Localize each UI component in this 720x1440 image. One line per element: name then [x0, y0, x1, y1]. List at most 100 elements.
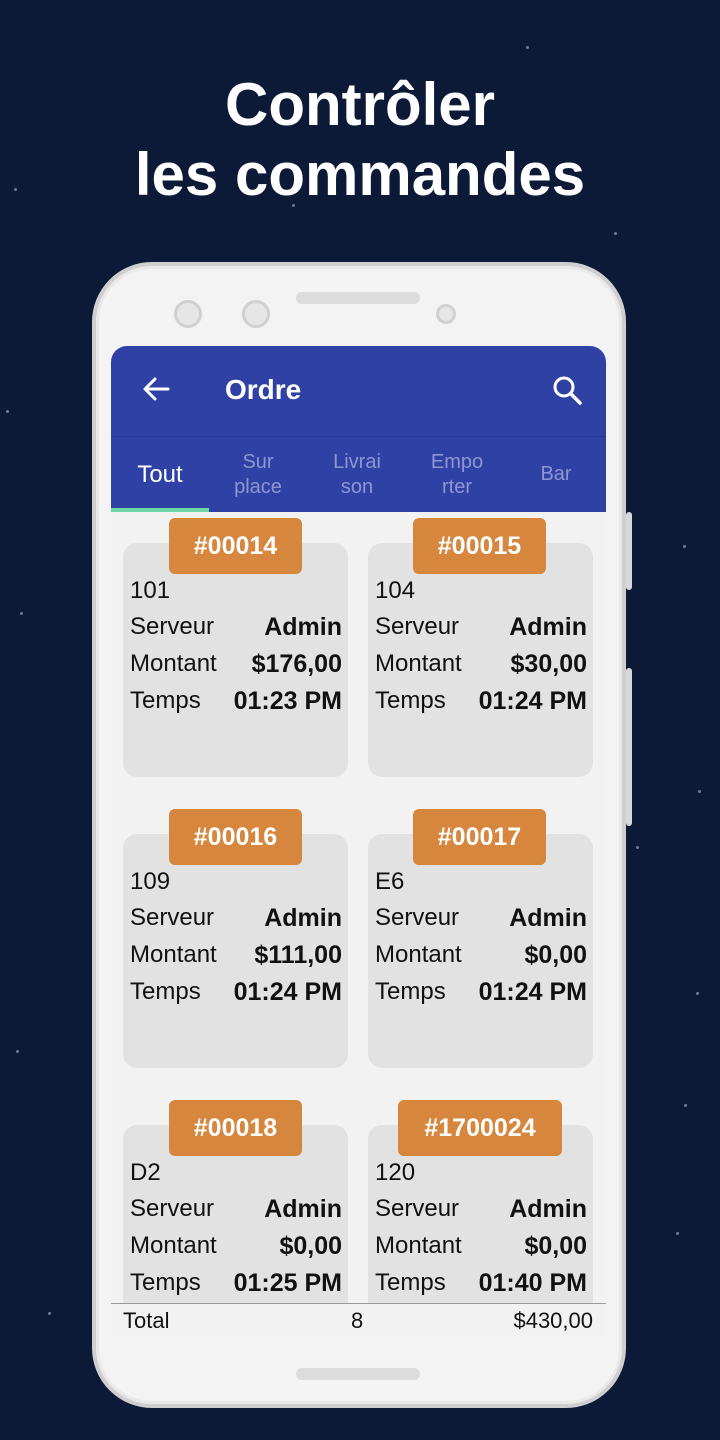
amount-value: $176,00 — [251, 650, 342, 678]
order-time-row: Temps 01:24 PM — [375, 687, 587, 717]
order-number-badge: #00014 — [169, 518, 302, 574]
order-server-row: Serveur Admin — [130, 1195, 342, 1225]
server-label: Serveur — [375, 613, 460, 640]
phone-sensor — [242, 300, 270, 328]
time-value: 01:25 PM — [233, 1269, 342, 1297]
order-time-row: Temps 01:24 PM — [130, 978, 342, 1008]
server-value: Admin — [509, 1195, 587, 1223]
tab-label: Empo rter — [430, 450, 484, 498]
order-amount-row: Montant $111,00 — [130, 941, 342, 971]
tab-bar[interactable]: Bar — [507, 437, 605, 512]
app-bar: Ordre — [111, 346, 606, 436]
tab-label: Sur place — [234, 450, 282, 498]
server-value: Admin — [264, 904, 342, 932]
order-amount-row: Montant $30,00 — [375, 650, 587, 680]
order-table: 104 — [375, 577, 416, 604]
phone-side-button — [626, 668, 632, 826]
order-time-row: Temps 01:25 PM — [130, 1269, 342, 1299]
headline-line-1: Contrôler — [225, 71, 495, 138]
order-number-badge: #00018 — [169, 1100, 302, 1156]
server-value: Admin — [509, 613, 587, 641]
order-table: D2 — [130, 1159, 161, 1186]
order-server-row: Serveur Admin — [130, 613, 342, 643]
order-time-row: Temps 01:24 PM — [375, 978, 587, 1008]
time-label: Temps — [130, 687, 201, 714]
total-amount: $430,00 — [513, 1308, 593, 1333]
phone-side-button — [626, 512, 632, 590]
tab-sur-place[interactable]: Sur place — [209, 437, 307, 512]
order-table: 109 — [130, 868, 171, 895]
order-card[interactable]: 101 Serveur Admin Montant $176,00 Temps 01:… — [123, 543, 348, 777]
phone-speaker — [296, 292, 420, 304]
order-server-row: Serveur Admin — [375, 904, 587, 934]
tab-livraison[interactable]: Livrai son — [308, 437, 406, 512]
time-value: 01:24 PM — [478, 978, 587, 1006]
tab-label: Livrai son — [333, 450, 381, 498]
search-icon[interactable] — [551, 374, 583, 406]
time-value: 01:40 PM — [478, 1269, 587, 1297]
phone-sensor — [436, 304, 456, 324]
order-number-badge: #00017 — [413, 809, 546, 865]
order-server-row: Serveur Admin — [130, 904, 342, 934]
order-server-row: Serveur Admin — [375, 1195, 587, 1225]
time-label: Temps — [130, 1269, 201, 1296]
tab-label: Bar — [540, 463, 572, 485]
time-label: Temps — [130, 978, 201, 1005]
order-number-badge: #00015 — [413, 518, 546, 574]
order-amount-row: Montant $0,00 — [375, 941, 587, 971]
amount-value: $30,00 — [510, 650, 587, 678]
amount-label: Montant — [375, 650, 462, 677]
total-bar: Total 8 $430,00 — [111, 1303, 606, 1336]
amount-value: $111,00 — [254, 941, 342, 969]
time-value: 01:24 PM — [478, 687, 587, 715]
order-amount-row: Montant $176,00 — [130, 650, 342, 680]
time-label: Temps — [375, 1269, 446, 1296]
server-label: Serveur — [130, 904, 215, 931]
tab-tout[interactable]: Tout — [111, 437, 209, 512]
total-label: Total — [123, 1308, 170, 1333]
time-label: Temps — [375, 978, 446, 1005]
order-number-badge: #00016 — [169, 809, 302, 865]
time-label: Temps — [375, 687, 446, 714]
amount-value: $0,00 — [524, 941, 587, 969]
phone-home-bar — [296, 1368, 420, 1380]
amount-label: Montant — [130, 1232, 217, 1259]
order-amount-row: Montant $0,00 — [375, 1232, 587, 1262]
order-time-row: Temps 01:40 PM — [375, 1269, 587, 1299]
arrow-back-icon[interactable] — [141, 374, 171, 404]
order-tabs: Tout Sur place Livrai son Empo rter Bar — [111, 436, 606, 512]
tab-label: Tout — [137, 461, 183, 488]
tab-emporter[interactable]: Empo rter — [408, 437, 506, 512]
order-card[interactable]: E6 Serveur Admin Montant $0,00 Temps 01:24 … — [368, 834, 593, 1068]
order-number-badge: #1700024 — [398, 1100, 562, 1156]
order-card[interactable]: 109 Serveur Admin Montant $111,00 Temps 01:… — [123, 834, 348, 1068]
server-label: Serveur — [130, 1195, 215, 1222]
amount-value: $0,00 — [524, 1232, 587, 1260]
server-value: Admin — [264, 1195, 342, 1223]
app-screen: Ordre Tout Sur place Livrai son Empo rte… — [111, 346, 606, 1336]
promo-headline: Contrôler les commandes — [0, 70, 720, 210]
order-amount-row: Montant $0,00 — [130, 1232, 342, 1262]
server-label: Serveur — [375, 904, 460, 931]
order-time-row: Temps 01:23 PM — [130, 687, 342, 717]
headline-line-2: les commandes — [134, 141, 586, 208]
server-value: Admin — [509, 904, 587, 932]
server-value: Admin — [264, 613, 342, 641]
order-table: E6 — [375, 868, 405, 895]
server-label: Serveur — [375, 1195, 460, 1222]
time-value: 01:24 PM — [233, 978, 342, 1006]
page-title: Ordre — [225, 374, 302, 405]
order-table: 101 — [130, 577, 171, 604]
amount-label: Montant — [130, 941, 217, 968]
amount-label: Montant — [375, 1232, 462, 1259]
server-label: Serveur — [130, 613, 215, 640]
order-table: 120 — [375, 1159, 416, 1186]
order-card[interactable]: 104 Serveur Admin Montant $30,00 Temps 01:2… — [368, 543, 593, 777]
order-server-row: Serveur Admin — [375, 613, 587, 643]
amount-label: Montant — [375, 941, 462, 968]
total-count: 8 — [351, 1308, 364, 1333]
time-value: 01:23 PM — [233, 687, 342, 715]
amount-label: Montant — [130, 650, 217, 677]
phone-camera — [174, 300, 202, 328]
amount-value: $0,00 — [279, 1232, 342, 1260]
